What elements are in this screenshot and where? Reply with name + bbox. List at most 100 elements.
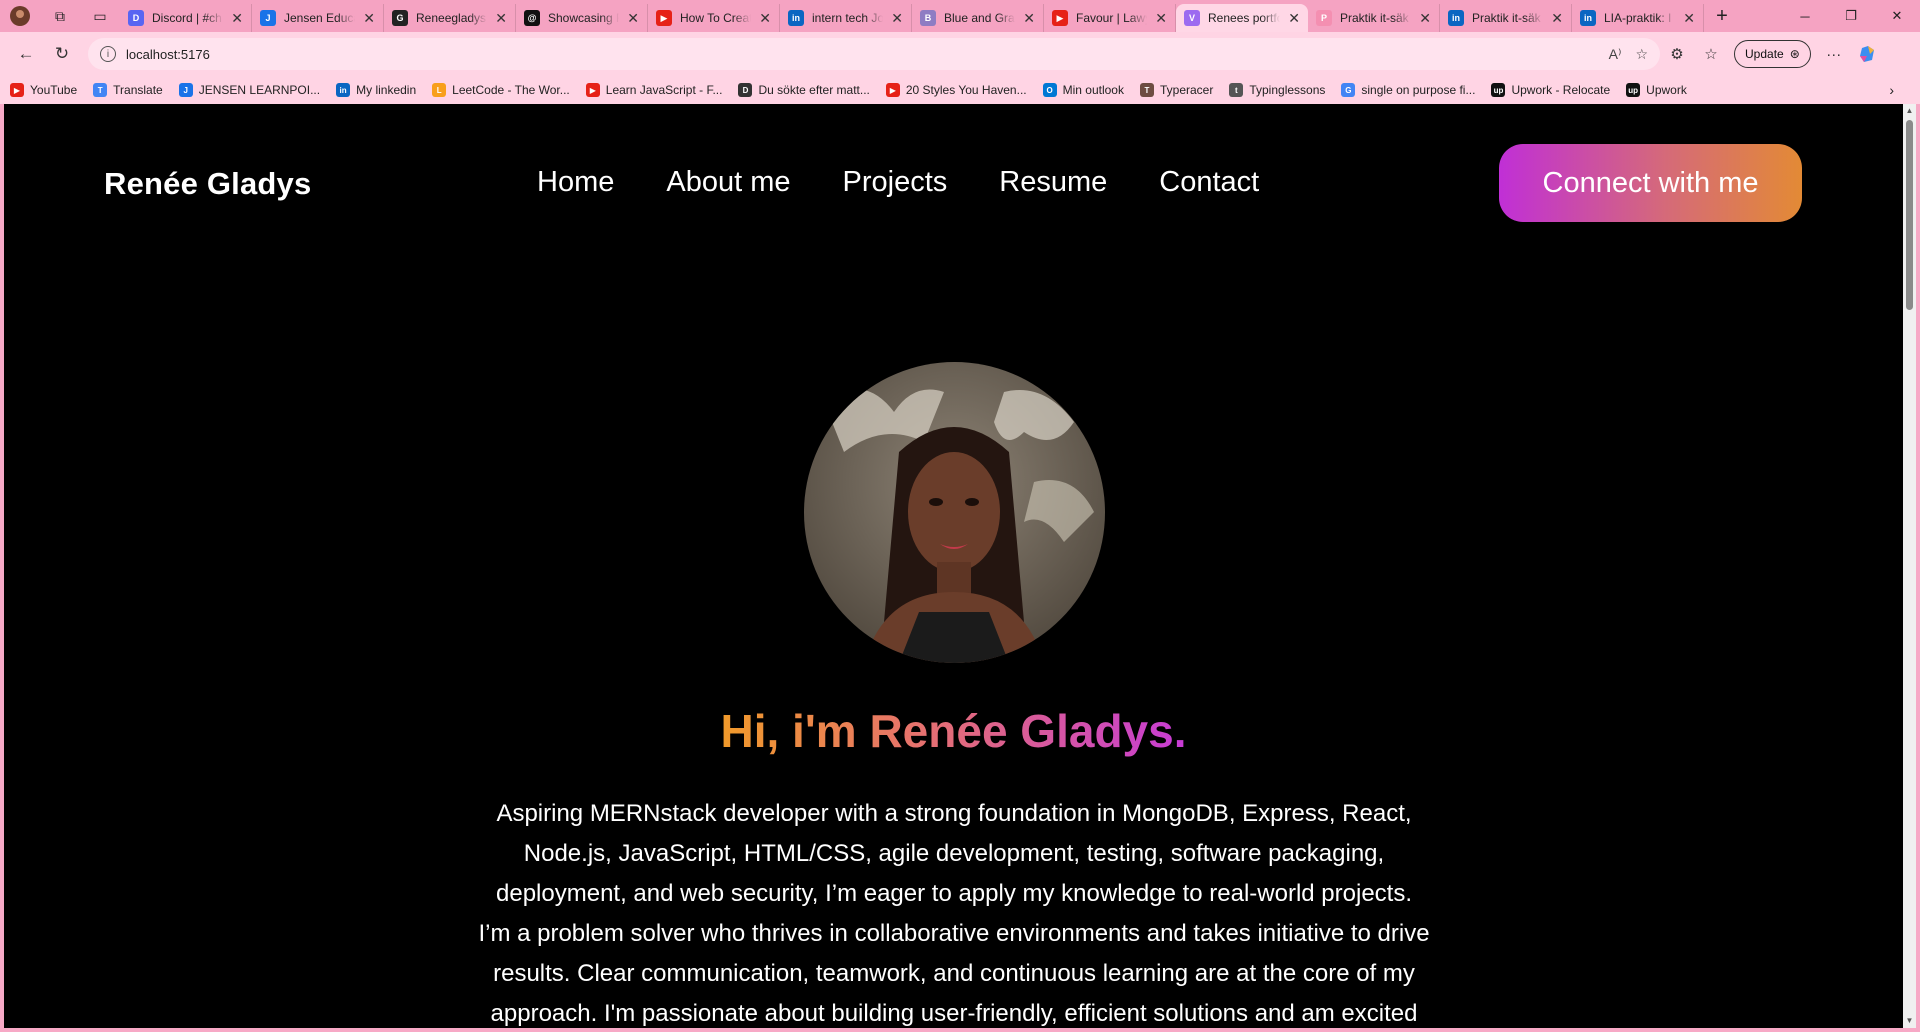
profile-avatar-icon[interactable]: [0, 0, 40, 32]
back-button[interactable]: ←: [8, 36, 44, 72]
update-button[interactable]: Update ⊛: [1734, 40, 1811, 68]
nav-home[interactable]: Home: [537, 166, 614, 199]
tab-favicon-icon: P: [1316, 10, 1332, 26]
workspaces-icon[interactable]: ⧉: [40, 0, 80, 32]
bookmark-item[interactable]: J JENSEN LEARNPOI...: [178, 83, 320, 97]
tab-favicon-icon: J: [260, 10, 276, 26]
site-info-icon[interactable]: i: [100, 46, 116, 62]
browser-tab[interactable]: @ Showcasing F ✕: [516, 4, 648, 32]
close-tab-icon[interactable]: ✕: [1023, 10, 1035, 27]
browser-tab[interactable]: B Blue and Gray ✕: [912, 4, 1044, 32]
bookmark-label: Du sökte efter matt...: [758, 83, 870, 97]
browser-tab[interactable]: P Praktik it-säk ✕: [1308, 4, 1440, 32]
browser-tab[interactable]: ▶ How To Creat ✕: [648, 4, 780, 32]
scroll-up-icon[interactable]: ▲: [1903, 104, 1916, 118]
tab-title: intern tech Jo: [812, 11, 884, 25]
bookmark-favicon-icon: T: [1139, 83, 1154, 97]
more-menu-icon[interactable]: ···: [1817, 38, 1851, 70]
bookmark-label: 20 Styles You Haven...: [905, 83, 1027, 97]
browser-tab[interactable]: V Renees portfo ✕: [1176, 4, 1308, 32]
close-tab-icon[interactable]: ✕: [231, 10, 243, 27]
bookmark-item[interactable]: Gsingle on purpose fi...: [1341, 83, 1475, 97]
close-tab-icon[interactable]: ✕: [1288, 10, 1300, 27]
close-tab-icon[interactable]: ✕: [495, 10, 507, 27]
tab-favicon-icon: V: [1184, 10, 1200, 26]
nav-projects[interactable]: Projects: [843, 166, 948, 199]
read-aloud-icon[interactable]: A⁾: [1609, 46, 1622, 63]
favorite-star-icon[interactable]: ☆: [1635, 46, 1648, 63]
extensions-icon[interactable]: ⚙: [1660, 38, 1694, 70]
scrollbar-thumb[interactable]: [1906, 120, 1913, 310]
bookmark-item[interactable]: D Du sökte efter matt...: [738, 83, 870, 97]
tab-favicon-icon: B: [920, 10, 936, 26]
browser-tab[interactable]: in Praktik it-säk ✕: [1440, 4, 1572, 32]
bookmark-item[interactable]: T Translate: [93, 83, 163, 97]
url-text[interactable]: localhost:5176: [126, 47, 1595, 62]
copilot-icon[interactable]: [1851, 38, 1885, 70]
connect-button[interactable]: Connect with me: [1499, 144, 1802, 222]
site-logo[interactable]: Renée Gladys: [104, 166, 311, 202]
favorites-icon[interactable]: ☆: [1694, 38, 1728, 70]
bookmark-favicon-icon: ▶: [10, 83, 24, 97]
bookmark-item[interactable]: O Min outlook: [1042, 83, 1124, 97]
tab-favicon-icon: in: [788, 10, 804, 26]
scroll-down-icon[interactable]: ▼: [1903, 1014, 1916, 1028]
close-tab-icon[interactable]: ✕: [627, 10, 639, 27]
browser-tab[interactable]: G Reneegladys ✕: [384, 4, 516, 32]
tab-title: How To Creat: [680, 11, 752, 25]
tab-title: Praktik it-säk: [1472, 11, 1541, 25]
browser-tab[interactable]: D Discord | #ch ✕: [120, 4, 252, 32]
browser-tab[interactable]: J Jensen Educa ✕: [252, 4, 384, 32]
bookmark-item[interactable]: in My linkedin: [336, 83, 416, 97]
page-scrollbar[interactable]: ▲ ▼: [1903, 104, 1916, 1028]
bookmark-item[interactable]: ▶ YouTube: [10, 83, 77, 97]
close-tab-icon[interactable]: ✕: [1551, 10, 1563, 27]
minimize-button[interactable]: ─: [1782, 0, 1828, 32]
browser-tab[interactable]: ▶ Favour | Lawy ✕: [1044, 4, 1176, 32]
bookmark-item[interactable]: t Typinglessons: [1229, 83, 1325, 97]
bookmark-item[interactable]: ▶ Learn JavaScript - F...: [585, 83, 722, 97]
main-nav: Home About me Projects Resume Contact: [537, 166, 1259, 199]
bookmark-item[interactable]: L LeetCode - The Wor...: [432, 83, 570, 97]
bookmark-item[interactable]: up Upwork - Relocate: [1491, 83, 1610, 97]
bookmark-label: Min outlook: [1062, 83, 1124, 97]
browser-tab[interactable]: in LIA-praktik: I ✕: [1572, 4, 1704, 32]
bookmark-item[interactable]: T Typeracer: [1139, 83, 1213, 97]
bookmark-item[interactable]: ▶ 20 Styles You Haven...: [885, 83, 1027, 97]
address-bar[interactable]: i localhost:5176 A⁾ ☆: [88, 38, 1660, 70]
tab-actions-icon[interactable]: ▭: [80, 0, 120, 32]
close-tab-icon[interactable]: ✕: [759, 10, 771, 27]
nav-about-me[interactable]: About me: [666, 166, 790, 199]
chevron-right-icon[interactable]: ›: [1889, 82, 1894, 98]
close-tab-icon[interactable]: ✕: [1683, 10, 1695, 27]
bio-line: deployment, and web security, I’m eager …: [496, 880, 1412, 907]
reload-button[interactable]: ↻: [44, 36, 80, 72]
close-tab-icon[interactable]: ✕: [363, 10, 375, 27]
tab-favicon-icon: in: [1580, 10, 1596, 26]
restore-button[interactable]: ❐: [1828, 0, 1874, 32]
page-viewport: Renée Gladys Home About me Projects Resu…: [4, 104, 1903, 1028]
bookmark-label: Upwork: [1646, 83, 1687, 97]
bookmark-favicon-icon: ▶: [885, 83, 900, 97]
close-tab-icon[interactable]: ✕: [1419, 10, 1431, 27]
nav-contact[interactable]: Contact: [1159, 166, 1259, 199]
address-toolbar: ← ↻ i localhost:5176 A⁾ ☆ ⚙ ☆ Update ⊛ ·…: [0, 32, 1920, 76]
tab-favicon-icon: G: [392, 10, 408, 26]
bookmarks-bar: ▶ YouTube T Translate J JENSEN LEARNPOI... in M…: [0, 76, 1920, 104]
tab-strip: ⧉ ▭ D Discord | #ch ✕ J Jensen Educa ✕ G Reneeg…: [0, 0, 1920, 32]
update-icon: ⊛: [1789, 47, 1800, 61]
close-window-button[interactable]: ✕: [1874, 0, 1920, 32]
close-tab-icon[interactable]: ✕: [891, 10, 903, 27]
bookmark-favicon-icon: up: [1626, 83, 1641, 97]
close-tab-icon[interactable]: ✕: [1155, 10, 1167, 27]
new-tab-button[interactable]: +: [1704, 5, 1740, 28]
tab-title: Favour | Lawy: [1076, 11, 1148, 25]
nav-resume[interactable]: Resume: [999, 166, 1107, 199]
hero-title-text: Hi, i'm Renée Gladys.: [720, 705, 1187, 757]
bio-line: results. Clear communication, teamwork, …: [493, 960, 1415, 987]
bookmark-favicon-icon: t: [1229, 83, 1244, 97]
bookmark-label: YouTube: [30, 83, 78, 97]
browser-tab[interactable]: in intern tech Jo ✕: [780, 4, 912, 32]
tab-favicon-icon: in: [1448, 10, 1464, 26]
bookmark-item[interactable]: up Upwork: [1626, 83, 1687, 97]
